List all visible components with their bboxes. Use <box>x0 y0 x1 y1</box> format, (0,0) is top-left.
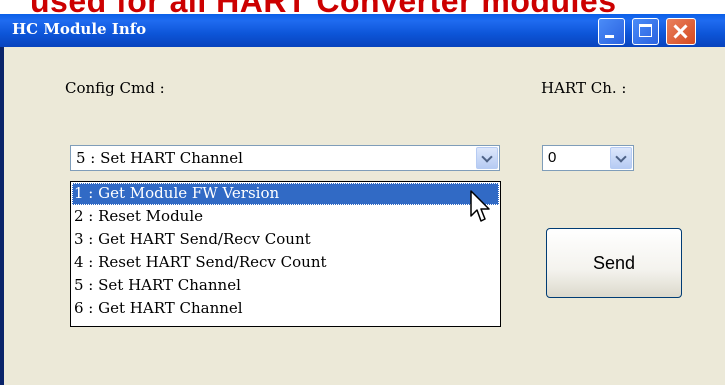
send-button[interactable]: Send <box>546 228 682 298</box>
config-cmd-value: 5 : Set HART Channel <box>76 149 243 167</box>
dropdown-option-set-hart-channel[interactable]: 5 : Set HART Channel <box>72 275 499 297</box>
close-button[interactable] <box>666 18 696 45</box>
dropdown-option-get-fw-version[interactable]: 1 : Get Module FW Version <box>72 183 499 205</box>
config-cmd-dropdown-list[interactable]: 1 : Get Module FW Version 2 : Reset Modu… <box>70 181 501 327</box>
chevron-down-icon[interactable] <box>476 147 498 169</box>
dropdown-option-get-hart-channel[interactable]: 6 : Get HART Channel <box>72 298 499 320</box>
minimize-button[interactable] <box>598 18 625 45</box>
config-cmd-label: Config Cmd : <box>65 79 165 97</box>
window-title: HC Module Info <box>12 20 147 38</box>
dropdown-option-get-hart-count[interactable]: 3 : Get HART Send/Recv Count <box>72 229 499 251</box>
hart-channel-value: 0 <box>548 149 557 166</box>
dropdown-option-reset-hart-count[interactable]: 4 : Reset HART Send/Recv Count <box>72 252 499 274</box>
hart-channel-select[interactable]: 0 <box>542 145 634 171</box>
chevron-down-icon[interactable] <box>610 147 632 169</box>
title-bar[interactable]: HC Module Info <box>0 14 725 47</box>
mouse-cursor-icon <box>470 190 490 222</box>
config-cmd-select[interactable]: 5 : Set HART Channel <box>70 145 500 171</box>
maximize-button[interactable] <box>632 18 659 45</box>
hart-channel-label: HART Ch. : <box>541 79 627 97</box>
dropdown-option-reset-module[interactable]: 2 : Reset Module <box>72 206 499 228</box>
